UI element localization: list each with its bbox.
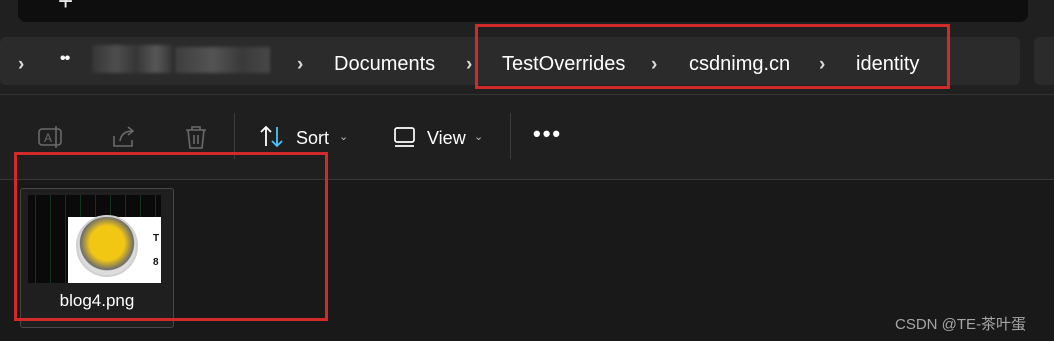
breadcrumb-overflow[interactable]: •• xyxy=(60,50,70,68)
search-box-edge[interactable] xyxy=(1034,37,1054,85)
address-bar: › •• › Documents › TestOverrides › csdni… xyxy=(0,34,1054,95)
svg-text:A: A xyxy=(44,131,52,145)
chevron-down-icon[interactable]: ⌄ xyxy=(474,130,483,143)
view-icon[interactable] xyxy=(392,124,420,155)
sort-button[interactable]: Sort xyxy=(296,128,329,149)
file-name: blog4.png xyxy=(59,291,135,310)
chevron-right-icon[interactable]: › xyxy=(297,54,303,76)
toolbar-divider xyxy=(234,113,235,159)
redacted-path-segment xyxy=(92,45,172,73)
breadcrumb-item-csdnimg[interactable]: csdnimg.cn xyxy=(689,53,790,76)
title-bar: + xyxy=(0,0,1054,34)
view-button[interactable]: View xyxy=(427,128,466,149)
command-bar: A Sort ⌄ View ⌄ ••• xyxy=(0,95,1054,180)
file-thumbnail: T 8 xyxy=(28,195,161,283)
breadcrumb-item-documents[interactable]: Documents xyxy=(334,53,435,76)
chevron-right-icon[interactable]: › xyxy=(819,54,825,76)
chevron-down-icon[interactable]: ⌄ xyxy=(339,130,348,143)
chevron-right-icon[interactable]: › xyxy=(651,54,657,76)
breadcrumb[interactable]: › •• › Documents › TestOverrides › csdni… xyxy=(0,37,1020,85)
more-options-button[interactable]: ••• xyxy=(533,121,562,147)
redacted-path-segment xyxy=(175,47,270,73)
new-tab-button[interactable]: + xyxy=(58,0,73,14)
thumbnail-text: T xyxy=(153,233,160,244)
breadcrumb-item-testoverrides[interactable]: TestOverrides xyxy=(502,53,625,76)
sort-icon[interactable] xyxy=(258,124,286,155)
share-icon[interactable] xyxy=(110,124,138,155)
watermark: CSDN @TE-茶叶蛋 xyxy=(895,316,1027,333)
thumbnail-text: 8 xyxy=(153,257,159,268)
delete-icon[interactable] xyxy=(182,124,210,155)
thumbnail-avatar xyxy=(76,215,138,277)
tab-strip: + xyxy=(18,0,1028,22)
rename-icon[interactable]: A xyxy=(37,124,65,155)
chevron-right-icon[interactable]: › xyxy=(18,54,24,76)
file-item[interactable]: T 8 blog4.png xyxy=(20,188,174,328)
toolbar-divider xyxy=(510,113,511,159)
breadcrumb-item-identity[interactable]: identity xyxy=(856,53,919,76)
chevron-right-icon[interactable]: › xyxy=(466,54,472,76)
